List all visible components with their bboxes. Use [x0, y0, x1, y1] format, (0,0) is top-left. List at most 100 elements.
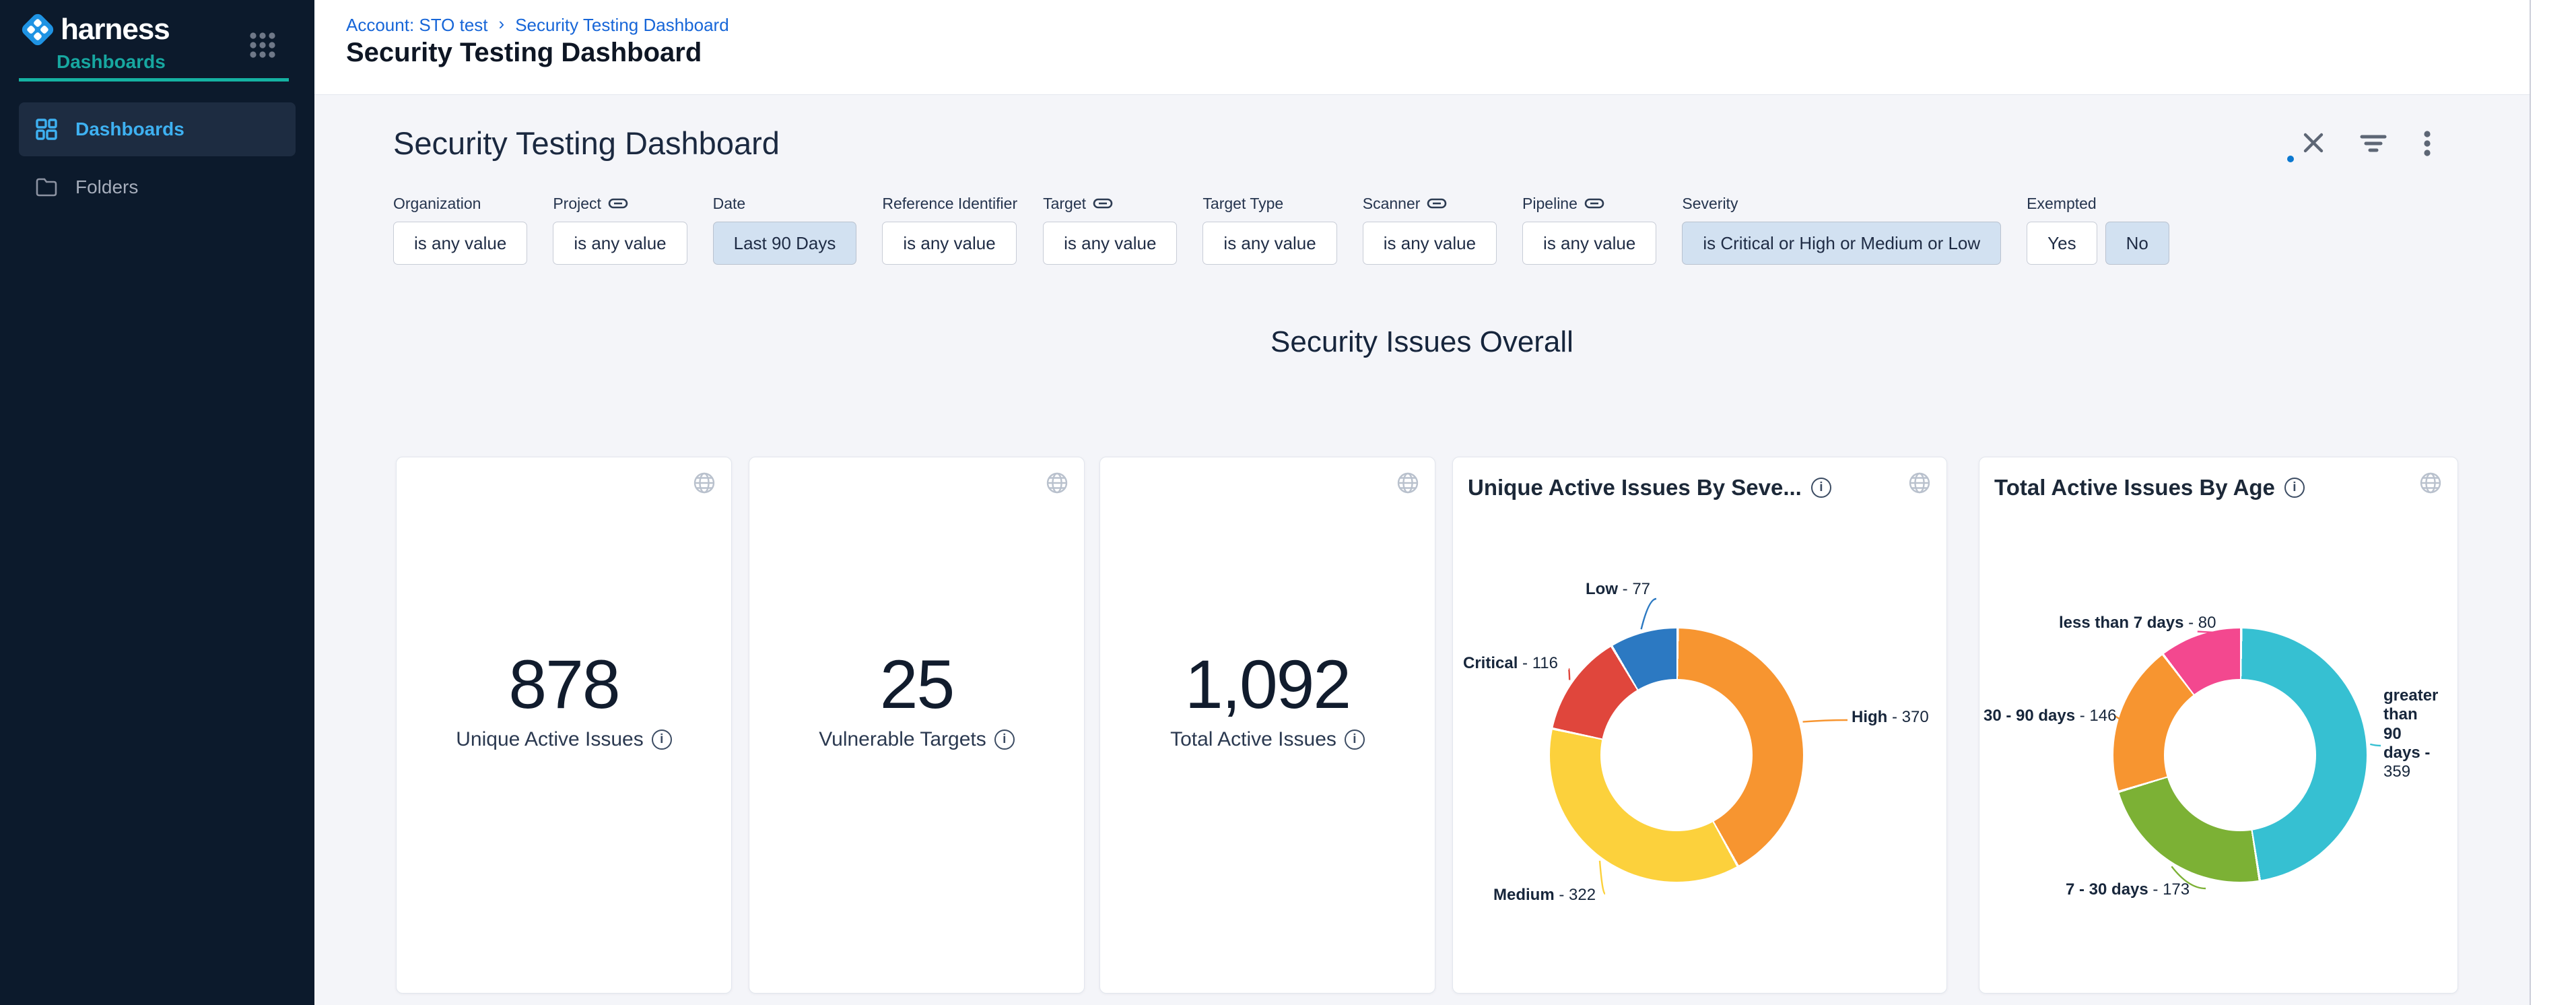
filter-value-button[interactable]: No	[2105, 222, 2169, 265]
breadcrumb-link[interactable]: Security Testing Dashboard	[515, 15, 728, 36]
filter-label-row: Date	[713, 193, 857, 214]
info-icon[interactable]: i	[994, 730, 1015, 750]
info-icon[interactable]: i	[1345, 730, 1365, 750]
link-icon	[1584, 197, 1604, 210]
stat-value: 878	[397, 650, 731, 719]
filter-target-type: Target Type is any value	[1202, 193, 1336, 265]
module-label: Dashboards	[57, 51, 166, 73]
stat-card-total-active-issues: 1,092Total Active Issuesi	[1099, 457, 1435, 994]
page-title: Security Testing Dashboard	[346, 38, 702, 68]
scrollbar-gutter[interactable]	[2530, 0, 2576, 1005]
notification-dot	[2287, 156, 2294, 162]
filter-label-row: Target Type	[1202, 193, 1336, 214]
filter-project: Project is any value	[553, 193, 687, 265]
donut-chart[interactable]	[1550, 628, 1803, 882]
close-icon[interactable]	[2299, 129, 2329, 158]
filter-value-button[interactable]: is any value	[1522, 222, 1656, 265]
slice-label-7---30-days: 7 - 30 days - 173	[2066, 880, 2190, 899]
filter-pipeline: Pipeline is any value	[1522, 193, 1656, 265]
slice-label-medium: Medium - 322	[1493, 886, 1596, 905]
filter-label: Organization	[393, 195, 481, 213]
info-icon[interactable]: i	[2284, 478, 2305, 498]
kebab-menu-icon[interactable]	[2412, 129, 2442, 158]
filter-buttons: is any value	[1522, 222, 1656, 265]
globe-icon	[1045, 471, 1069, 495]
harness-logo[interactable]: harness	[20, 12, 170, 47]
filter-label: Date	[713, 195, 746, 213]
sidebar-nav: Dashboards Folders	[0, 102, 314, 209]
slice-label-less-than-7-days: less than 7 days - 80	[2059, 614, 2216, 633]
filter-value-button[interactable]: Last 90 Days	[713, 222, 857, 265]
stat-label-text: Unique Active Issues	[456, 728, 643, 751]
globe-icon	[2418, 471, 2443, 495]
chart-title: Unique Active Issues By Seve...	[1468, 475, 1802, 500]
link-icon	[1093, 197, 1113, 210]
chart-title-row: Total Active Issues By Agei	[1994, 475, 2305, 500]
globe-icon	[1396, 471, 1420, 495]
donut-card-1: Unique Active Issues By Seve...iHigh - 3…	[1452, 457, 1947, 994]
filter-value-button[interactable]: is any value	[393, 222, 527, 265]
app-grid-icon[interactable]	[248, 31, 277, 61]
harness-logo-icon	[20, 12, 55, 47]
sidebar-item-dashboards[interactable]: Dashboards	[19, 102, 296, 156]
info-icon[interactable]: i	[1811, 478, 1831, 498]
stat-card-vulnerable-targets: 25Vulnerable Targetsi	[749, 457, 1085, 994]
filter-value-button[interactable]: is any value	[1202, 222, 1336, 265]
stat-label-text: Vulnerable Targets	[819, 728, 986, 751]
breadcrumb-link[interactable]: Account: STO test	[346, 15, 488, 36]
section-title: Security Issues Overall	[314, 325, 2530, 359]
globe-icon	[1907, 471, 1932, 495]
filter-label-row: Project	[553, 193, 687, 214]
stat-card-unique-active-issues: 878 Unique Active Issues i	[396, 457, 732, 994]
filter-date: Date Last 90 Days	[713, 193, 857, 265]
filter-buttons: is any value	[1363, 222, 1497, 265]
donut-hole	[2164, 679, 2316, 831]
slice-label-30---90-days: 30 - 90 days - 146	[1984, 707, 2116, 725]
filter-value-button[interactable]: is any value	[1043, 222, 1177, 265]
donut-hole	[1600, 679, 1753, 831]
filter-label-row: Organization	[393, 193, 527, 214]
dashboard-heading: Security Testing Dashboard	[393, 125, 780, 162]
filter-label-row: Pipeline	[1522, 193, 1656, 214]
stat-label: Total Active Issuesi	[1100, 728, 1435, 751]
filter-buttons: is any value	[1202, 222, 1336, 265]
sidebar-item-label: Dashboards	[75, 119, 184, 140]
globe-icon-wrap	[1907, 471, 1932, 495]
folder-icon	[35, 177, 58, 197]
filter-target: Target is any value	[1043, 193, 1177, 265]
sidebar: harness Dashboards Dashboards Folders	[0, 0, 314, 1005]
breadcrumb-chevron-icon: ›	[499, 13, 505, 34]
logo-text: harness	[61, 13, 170, 46]
slice-label-critical: Critical - 116	[1463, 654, 1558, 673]
filter-value-button[interactable]: is Critical or High or Medium or Low	[1682, 222, 2001, 265]
filter-label-row: Scanner	[1363, 193, 1497, 214]
filter-value-button[interactable]: is any value	[1363, 222, 1497, 265]
filter-label: Target	[1043, 195, 1086, 213]
grid-9-dots-icon	[248, 31, 277, 59]
filter-value-button[interactable]: is any value	[553, 222, 687, 265]
filter-buttons: Last 90 Days	[713, 222, 857, 265]
filter-label: Exempted	[2027, 195, 2097, 213]
donut-card-2: Total Active Issues By Ageigreaterthan90…	[1979, 457, 2458, 994]
info-icon[interactable]: i	[652, 730, 672, 750]
filter-severity: Severity is Critical or High or Medium or…	[1682, 193, 2001, 265]
close-glyph	[2299, 129, 2329, 158]
globe-icon-wrap	[1396, 471, 1420, 495]
filter-label: Scanner	[1363, 195, 1421, 213]
sidebar-divider	[19, 78, 289, 82]
filter-icon[interactable]	[2359, 129, 2388, 158]
filter-reference-identifier: Reference Identifier is any value	[882, 193, 1017, 265]
sidebar-item-folders[interactable]: Folders	[19, 166, 296, 209]
filter-value-button[interactable]: Yes	[2027, 222, 2097, 265]
filter-value-button[interactable]: is any value	[882, 222, 1016, 265]
globe-icon-wrap	[1045, 471, 1069, 495]
globe-icon-wrap	[2418, 471, 2443, 495]
donut-chart[interactable]	[2113, 628, 2367, 882]
filter-buttons: is any value	[882, 222, 1017, 265]
filter-glyph	[2359, 129, 2388, 158]
filter-scanner: Scanner is any value	[1363, 193, 1497, 265]
cards-row: 878Unique Active Issuesi25Vulnerable Tar…	[314, 457, 2530, 994]
filter-label: Severity	[1682, 195, 1738, 213]
filter-label: Reference Identifier	[882, 195, 1017, 213]
filter-buttons: is any value	[1043, 222, 1177, 265]
